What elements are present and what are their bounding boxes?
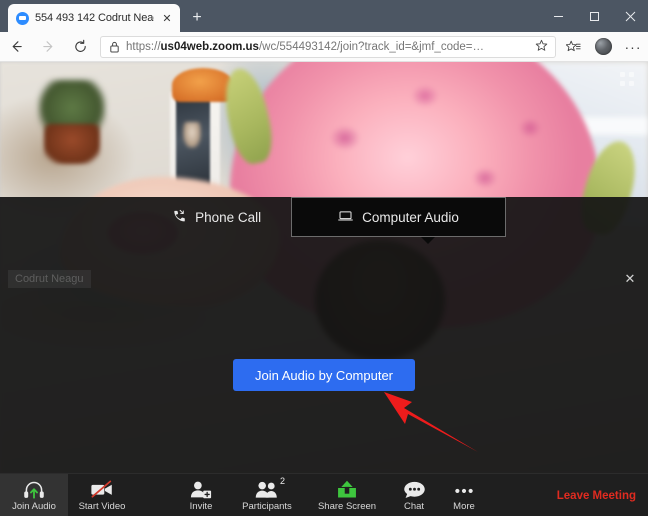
browser-titlebar: 554 493 142 Codrut Neagu's Zoo ✕ + [0, 0, 648, 32]
toolbar-join-audio-label: Join Audio [12, 501, 56, 512]
more-icon [452, 479, 476, 499]
toolbar-more-label: More [453, 501, 475, 512]
red-pointer-arrow [382, 388, 482, 454]
window-controls [540, 0, 648, 32]
reload-button[interactable] [64, 32, 96, 62]
toolbar-share-screen[interactable]: Share Screen [313, 474, 381, 516]
toolbar-invite[interactable]: Invite [167, 474, 235, 516]
zoom-meeting-page: Codrut Neagu Phone Call Computer Audio ✕… [0, 62, 648, 516]
browser-settings-button[interactable]: ··· [618, 32, 648, 62]
close-window-button[interactable] [612, 0, 648, 32]
toolbar-join-audio[interactable]: Join Audio [0, 474, 68, 516]
toolbar-invite-label: Invite [189, 501, 213, 512]
toolbar-more[interactable]: More [430, 474, 498, 516]
favorite-star-icon[interactable] [531, 39, 551, 55]
camera-off-icon [90, 479, 114, 499]
profile-avatar[interactable] [588, 32, 618, 62]
headset-icon [23, 479, 45, 499]
toolbar-participants-label: Participants [242, 501, 292, 512]
chat-icon [403, 479, 426, 499]
participants-count-badge: 2 [279, 476, 285, 486]
participant-name-label: Codrut Neagu [8, 270, 91, 288]
tab-phone-call[interactable]: Phone Call [142, 197, 291, 237]
leave-meeting-button[interactable]: Leave Meeting [557, 474, 636, 516]
tab-computer-audio-label: Computer Audio [362, 209, 459, 225]
url-text: https://us04web.zoom.us/wc/554493142/joi… [126, 40, 484, 53]
laptop-icon [338, 209, 353, 226]
tab-title: 554 493 142 Codrut Neagu's Zoo [35, 12, 154, 24]
new-tab-button[interactable]: + [186, 8, 208, 28]
zoom-favicon [16, 11, 29, 25]
maximize-button[interactable] [576, 0, 612, 32]
forward-button[interactable] [32, 32, 64, 62]
toolbar-participants[interactable]: 2 Participants [233, 474, 301, 516]
join-audio-by-computer-button[interactable]: Join Audio by Computer [233, 359, 415, 391]
browser-window: 554 493 142 Codrut Neagu's Zoo ✕ + [0, 0, 648, 516]
participants-icon: 2 [255, 476, 285, 499]
toolbar-start-video[interactable]: Start Video [68, 474, 136, 516]
modal-dim-overlay [0, 197, 648, 473]
back-button[interactable] [0, 32, 32, 62]
tab-computer-audio[interactable]: Computer Audio [291, 197, 506, 237]
browser-navbar: https://us04web.zoom.us/wc/554493142/joi… [0, 32, 648, 62]
browser-tab[interactable]: 554 493 142 Codrut Neagu's Zoo ✕ [8, 4, 180, 32]
audio-dialog-tabs: Phone Call Computer Audio [0, 197, 648, 237]
address-bar[interactable]: https://us04web.zoom.us/wc/554493142/joi… [100, 35, 556, 58]
tab-close-icon[interactable]: ✕ [160, 11, 174, 25]
toolbar-chat-label: Chat [403, 501, 425, 512]
tab-pointer-caret [421, 237, 435, 244]
lock-icon [109, 41, 120, 53]
toolbar-start-video-label: Start Video [78, 501, 126, 512]
minimize-button[interactable] [540, 0, 576, 32]
toolbar-share-screen-label: Share Screen [317, 501, 377, 512]
share-screen-icon [336, 479, 358, 499]
phone-icon [172, 209, 186, 226]
expand-icon[interactable] [620, 72, 634, 86]
meeting-toolbar: Join Audio Start Video Invite 2 Particip… [0, 473, 648, 516]
add-person-icon [190, 479, 212, 499]
close-icon[interactable]: ✕ [621, 270, 639, 288]
collections-icon[interactable] [558, 32, 588, 62]
tab-phone-call-label: Phone Call [195, 209, 262, 225]
